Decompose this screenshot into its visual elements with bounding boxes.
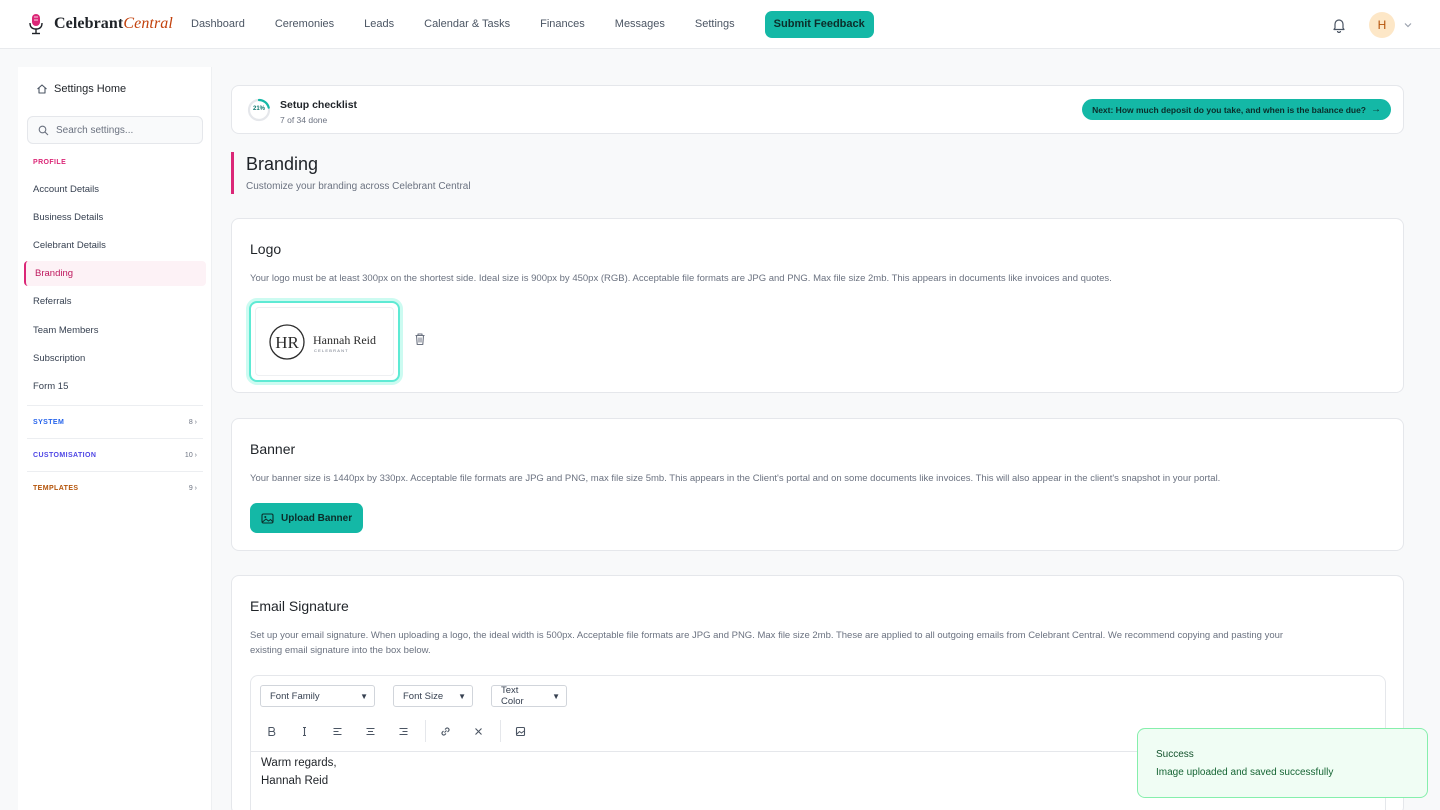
bold-button[interactable] [260,722,283,740]
user-avatar[interactable]: H [1369,12,1395,38]
image-icon [261,512,274,524]
home-icon [37,84,47,94]
sidebar-item-team-members[interactable]: Team Members [33,325,98,336]
nav-calendar-tasks[interactable]: Calendar & Tasks [424,18,510,30]
page-title: Branding [246,154,319,174]
sidebar-item-form-15[interactable]: Form 15 [33,381,68,392]
checklist-subtitle: 7 of 34 done [280,115,328,125]
svg-text:HR: HR [275,333,299,352]
toast-title: Success [1156,749,1194,760]
signature-editor-body[interactable]: Warm regards, Hannah Reid [261,754,337,790]
italic-icon [303,726,306,736]
hannah-reid-logo: HR Hannah Reid CELEBRANT [268,323,376,360]
setup-checklist: 21% Setup checklist 7 of 34 done Next: H… [231,85,1404,134]
settings-sidebar: Settings Home PROFILE Account Details Bu… [18,67,212,810]
templates-group-count: 9 › [188,484,197,492]
bell-icon[interactable] [1331,17,1347,33]
nav-dashboard[interactable]: Dashboard [191,18,245,30]
brand-logo[interactable]: CelebrantCentral [28,13,191,35]
sidebar-group-system[interactable]: SYSTEM 8 › [27,405,203,438]
toast-message: Image uploaded and saved successfully [1156,767,1334,778]
toolbar-divider [500,720,501,742]
customisation-group-label: CUSTOMISATION [33,451,97,459]
align-left-icon [333,727,342,735]
close-icon [475,727,482,735]
logo-image: HR Hannah Reid CELEBRANT [255,307,394,376]
system-group-count: 8 › [188,418,197,426]
microphone-icon [29,14,43,35]
page-header: Branding Customize your branding across … [231,152,471,194]
align-center-icon [366,727,375,735]
banner-card: Banner Your banner size is 1440px by 330… [231,418,1404,551]
nav-leads[interactable]: Leads [364,18,394,30]
settings-home-link[interactable]: Settings Home [36,83,126,95]
settings-search [27,116,203,144]
trash-icon[interactable] [413,332,427,346]
main-nav: Dashboard Ceremonies Leads Calendar & Ta… [191,10,874,38]
bold-icon [268,726,276,736]
top-navbar: CelebrantCentral Dashboard Ceremonies Le… [0,0,1440,49]
align-center-button[interactable] [359,722,382,740]
editor-toolbar-buttons [260,720,542,742]
customisation-group-count: 10 › [184,451,197,459]
sidebar-group-customisation[interactable]: CUSTOMISATION 10 › [27,438,203,471]
upload-banner-label: Upload Banner [281,512,353,524]
next-step-button[interactable]: Next: How much deposit do you take, and … [1082,99,1391,120]
signature-description: Set up your email signature. When upload… [250,630,1284,656]
next-step-label: Next: How much deposit do you take, and … [1092,104,1366,115]
settings-home-label: Settings Home [54,83,127,95]
signature-section-title: Email Signature [250,598,349,614]
align-right-button[interactable] [392,722,415,740]
editor-toolbar-selects: Font Family ▼ Font Size ▼ Text Color ▼ [260,685,585,707]
sidebar-item-referrals[interactable]: Referrals [33,296,72,307]
caret-down-icon: ▼ [552,691,560,701]
chevron-down-icon[interactable] [1403,20,1413,30]
logo-preview[interactable]: HR Hannah Reid CELEBRANT [249,301,400,382]
success-toast[interactable]: Success Image uploaded and saved success… [1137,728,1428,798]
system-group-label: SYSTEM [33,418,65,426]
link-icon [441,726,450,736]
align-right-icon [399,727,408,735]
sidebar-item-celebrant-details[interactable]: Celebrant Details [33,240,106,251]
link-button[interactable] [434,722,457,740]
arrow-right-icon: → [1371,104,1381,115]
caret-down-icon: ▼ [458,691,466,701]
font-family-select[interactable]: Font Family ▼ [260,685,375,707]
logo-description: Your logo must be at least 300px on the … [250,273,1112,284]
banner-description: Your banner size is 1440px by 330px. Acc… [250,473,1221,484]
logo-card: Logo Your logo must be at least 300px on… [231,218,1404,393]
progress-percent: 21% [252,106,265,112]
brand-name: CelebrantCentral [54,15,173,32]
text-color-select[interactable]: Text Color ▼ [491,685,567,707]
logo-section-title: Logo [250,241,282,257]
nav-ceremonies[interactable]: Ceremonies [275,18,334,30]
submit-feedback-button[interactable]: Submit Feedback [764,10,874,38]
upload-banner-button[interactable]: Upload Banner [250,503,364,533]
insert-image-button[interactable] [509,722,532,740]
settings-search-input[interactable] [56,124,196,136]
sidebar-group-templates[interactable]: TEMPLATES 9 › [27,471,203,504]
font-size-select[interactable]: Font Size ▼ [393,685,473,707]
sidebar-item-branding[interactable]: Branding [24,261,206,286]
page-subtitle: Customize your branding across Celebrant… [246,181,471,192]
checklist-title: Setup checklist [280,99,358,111]
caret-down-icon: ▼ [360,691,368,701]
profile-section-title: PROFILE [33,159,67,166]
align-left-button[interactable] [326,722,349,740]
sidebar-item-business-details[interactable]: Business Details [33,212,103,223]
nav-settings[interactable]: Settings [695,18,735,30]
nav-finances[interactable]: Finances [540,18,585,30]
banner-section-title: Banner [250,441,296,457]
svg-text:CELEBRANT: CELEBRANT [314,348,349,353]
clear-format-button[interactable] [467,722,490,740]
nav-messages[interactable]: Messages [615,18,665,30]
italic-button[interactable] [293,722,316,740]
sidebar-item-account-details[interactable]: Account Details [33,184,99,195]
toolbar-divider [425,720,426,742]
search-icon [38,125,49,135]
templates-group-label: TEMPLATES [33,484,79,492]
svg-text:Hannah Reid: Hannah Reid [313,333,376,347]
image-icon [515,726,526,736]
sidebar-item-subscription[interactable]: Subscription [33,353,85,364]
